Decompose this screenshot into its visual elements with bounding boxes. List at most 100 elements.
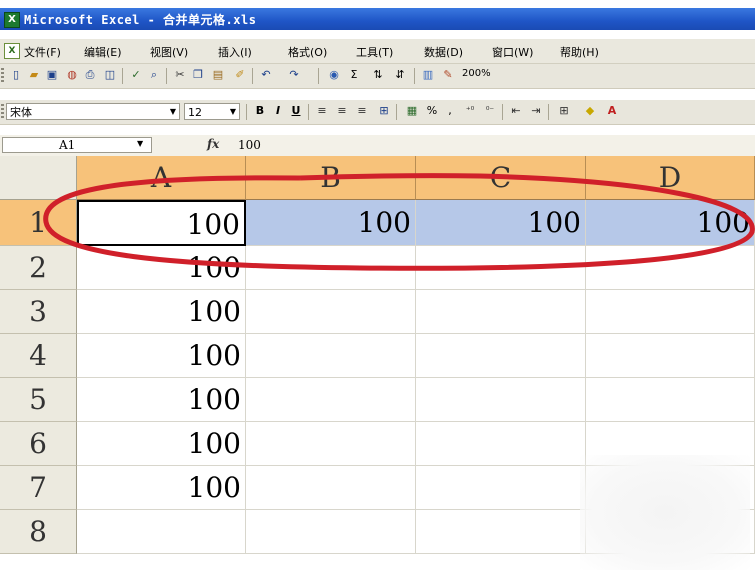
menu-view[interactable]: 视图(V) <box>150 44 188 60</box>
decrease-indent-icon[interactable]: ⇤ <box>508 103 524 119</box>
cell-b4[interactable] <box>246 334 416 378</box>
column-header-a[interactable]: A <box>77 156 246 200</box>
menu-help[interactable]: 帮助(H) <box>560 44 599 60</box>
underline-button[interactable]: U <box>288 103 304 119</box>
column-header-d[interactable]: D <box>586 156 755 200</box>
toolbar-grip[interactable] <box>1 104 4 120</box>
cell-d4[interactable] <box>586 334 755 378</box>
cell-d1[interactable]: 100 <box>586 200 755 246</box>
sort-descending-icon[interactable]: ⇵ <box>392 67 408 83</box>
font-name-dropdown[interactable]: 宋体 ▼ <box>6 103 180 120</box>
column-header-b[interactable]: B <box>246 156 416 200</box>
row-header-5[interactable]: 5 <box>0 378 77 422</box>
currency-icon[interactable]: ▦ <box>404 103 420 119</box>
toolbar-grip[interactable] <box>1 68 4 84</box>
percent-button[interactable]: % <box>424 103 440 119</box>
cell-c3[interactable] <box>416 290 586 334</box>
print-preview-icon[interactable]: ◫ <box>102 67 118 83</box>
font-color-icon[interactable]: A <box>604 103 620 119</box>
undo-icon[interactable]: ↶ <box>258 67 274 83</box>
cell-c4[interactable] <box>416 334 586 378</box>
cell-b1[interactable]: 100 <box>246 200 416 246</box>
row-header-2[interactable]: 2 <box>0 246 77 290</box>
sort-ascending-icon[interactable]: ⇅ <box>370 67 386 83</box>
insert-function-icon[interactable]: fx <box>207 137 219 151</box>
cell-a3[interactable]: 100 <box>77 290 246 334</box>
menu-window[interactable]: 窗口(W) <box>492 44 533 60</box>
italic-button[interactable]: I <box>270 103 286 119</box>
comma-button[interactable]: , <box>442 103 458 119</box>
row-header-1[interactable]: 1 <box>0 200 77 246</box>
spelling-icon[interactable]: ✓ <box>128 67 144 83</box>
cell-b5[interactable] <box>246 378 416 422</box>
borders-icon[interactable]: ⊞ <box>556 103 572 119</box>
decrease-decimal-icon[interactable]: ⁰⁻ <box>482 103 498 119</box>
menu-format[interactable]: 格式(O) <box>288 44 327 60</box>
row-header-6[interactable]: 6 <box>0 422 77 466</box>
row-header-3[interactable]: 3 <box>0 290 77 334</box>
cell-d5[interactable] <box>586 378 755 422</box>
cell-a1[interactable]: 100 <box>77 200 246 246</box>
chevron-down-icon[interactable]: ▼ <box>227 104 239 119</box>
row-header-8[interactable]: 8 <box>0 510 77 554</box>
name-box[interactable]: A1 ▼ <box>2 137 152 153</box>
menu-data[interactable]: 数据(D) <box>424 44 463 60</box>
cell-a7[interactable]: 100 <box>77 466 246 510</box>
new-icon[interactable]: ▯ <box>8 67 24 83</box>
paste-icon[interactable]: ▤ <box>210 67 226 83</box>
permission-icon[interactable]: ◍ <box>64 67 80 83</box>
align-center-icon[interactable]: ≡ <box>334 103 350 119</box>
drawing-icon[interactable]: ✎ <box>440 67 456 83</box>
cell-d2[interactable] <box>586 246 755 290</box>
increase-decimal-icon[interactable]: ⁺⁰ <box>462 103 478 119</box>
font-size-dropdown[interactable]: 12 ▼ <box>184 103 240 120</box>
align-right-icon[interactable]: ≡ <box>354 103 370 119</box>
cell-b6[interactable] <box>246 422 416 466</box>
cell-c7[interactable] <box>416 466 586 510</box>
cell-b2[interactable] <box>246 246 416 290</box>
bold-button[interactable]: B <box>252 103 268 119</box>
select-all-corner[interactable] <box>0 156 77 200</box>
menu-insert[interactable]: 插入(I) <box>218 44 252 60</box>
cell-a2[interactable]: 100 <box>77 246 246 290</box>
print-icon[interactable]: ⎙ <box>82 67 98 83</box>
cell-a8[interactable] <box>77 510 246 554</box>
research-icon[interactable]: ⌕ <box>146 67 162 83</box>
cell-c5[interactable] <box>416 378 586 422</box>
cut-icon[interactable]: ✂ <box>172 67 188 83</box>
cell-c6[interactable] <box>416 422 586 466</box>
cell-b7[interactable] <box>246 466 416 510</box>
chevron-down-icon[interactable]: ▼ <box>167 104 179 119</box>
copy-icon[interactable]: ❐ <box>190 67 206 83</box>
menu-tools[interactable]: 工具(T) <box>356 44 393 60</box>
workbook-icon[interactable]: X <box>4 43 20 59</box>
merge-center-icon[interactable]: ⊞ <box>376 103 392 119</box>
menu-edit[interactable]: 编辑(E) <box>84 44 122 60</box>
formula-input[interactable]: 100 <box>238 138 261 152</box>
cell-c8[interactable] <box>416 510 586 554</box>
cell-a5[interactable]: 100 <box>77 378 246 422</box>
fill-color-icon[interactable]: ◆ <box>582 103 598 119</box>
redo-icon[interactable]: ↷ <box>286 67 302 83</box>
cell-d3[interactable] <box>586 290 755 334</box>
row-header-7[interactable]: 7 <box>0 466 77 510</box>
align-left-icon[interactable]: ≡ <box>314 103 330 119</box>
open-icon[interactable]: ▰ <box>26 67 42 83</box>
zoom-box[interactable]: 200% <box>462 68 491 79</box>
column-header-c[interactable]: C <box>416 156 586 200</box>
format-painter-icon[interactable]: ✐ <box>232 67 248 83</box>
cell-a4[interactable]: 100 <box>77 334 246 378</box>
row-header-4[interactable]: 4 <box>0 334 77 378</box>
increase-indent-icon[interactable]: ⇥ <box>528 103 544 119</box>
excel-icon[interactable]: X <box>4 12 20 28</box>
save-icon[interactable]: ▣ <box>44 67 60 83</box>
chevron-down-icon[interactable]: ▼ <box>137 139 143 148</box>
cell-c2[interactable] <box>416 246 586 290</box>
cell-c1[interactable]: 100 <box>416 200 586 246</box>
cell-a6[interactable]: 100 <box>77 422 246 466</box>
cell-b3[interactable] <box>246 290 416 334</box>
chart-wizard-icon[interactable]: ▥ <box>420 67 436 83</box>
menu-file[interactable]: 文件(F) <box>24 44 61 60</box>
hyperlink-icon[interactable]: ◉ <box>326 67 342 83</box>
cell-b8[interactable] <box>246 510 416 554</box>
